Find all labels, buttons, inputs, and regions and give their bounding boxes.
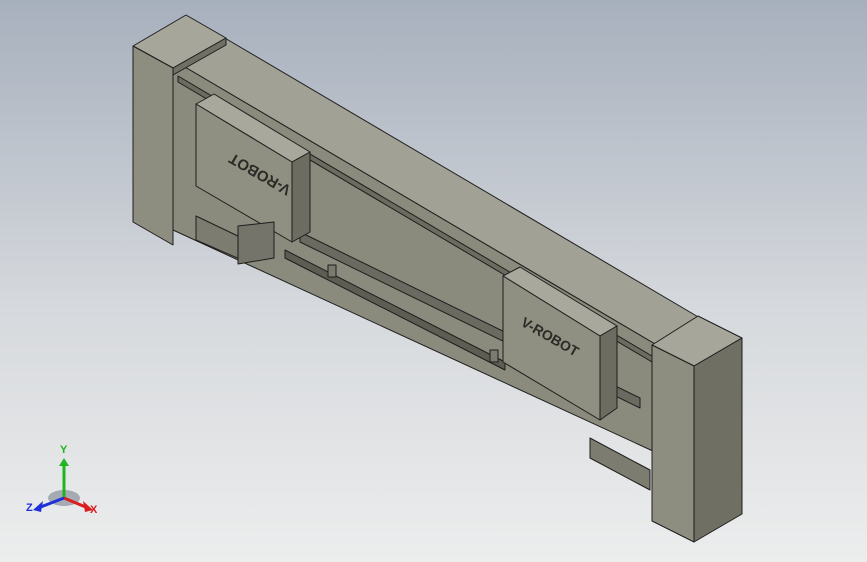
carriage-2-side [599,325,618,421]
triad-z-arrow-icon [33,501,43,512]
right-endcap-front [651,344,695,543]
triad-z-label: Z [26,502,33,514]
bracket-tab [489,349,499,363]
triad-y-label: Y [60,444,68,456]
carriage-1-motor-mount [237,221,275,265]
3d-viewport[interactable]: V-ROBOT V-ROBOT Y X Z [0,0,867,562]
triad-x-label: X [90,504,98,516]
axis-triad: Y X Z [24,444,104,520]
linear-module-model[interactable]: V-ROBOT V-ROBOT [0,0,867,562]
triad-y-arrow-icon [59,458,69,466]
right-endcap-side [693,337,743,543]
left-endcap-front [132,45,174,246]
bracket-tab [327,264,337,278]
carriage-1-side [291,151,311,243]
